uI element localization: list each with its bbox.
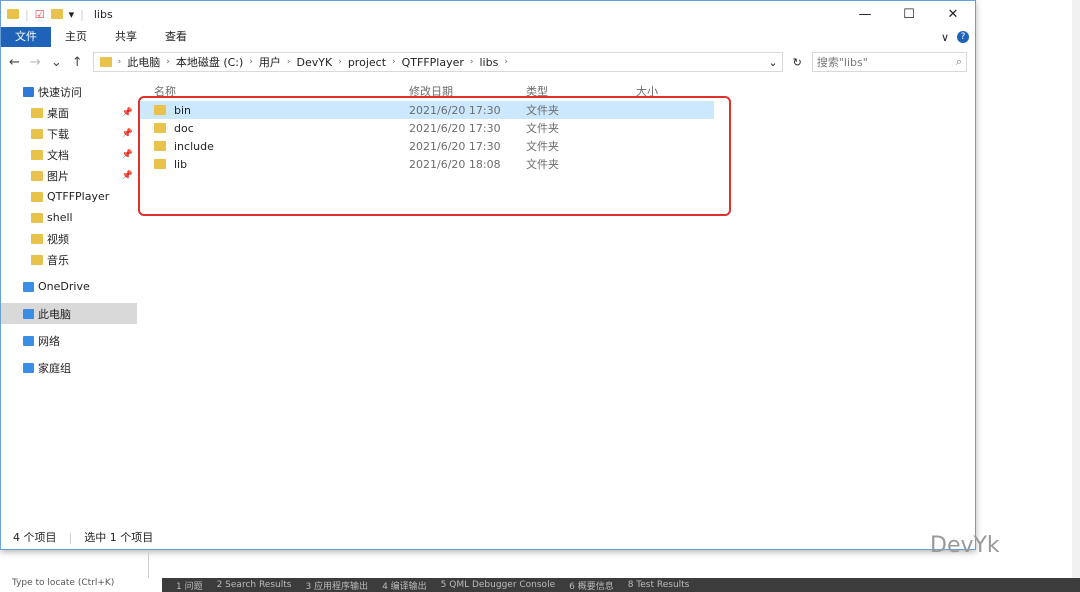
search-icon: ⌕ xyxy=(955,55,962,68)
sidebar-item-label: 视频 xyxy=(47,232,69,246)
folder-icon xyxy=(23,362,34,373)
title-bar: | ☑ ▾ | libs — ☐ ✕ xyxy=(1,1,975,27)
forward-button[interactable]: → xyxy=(30,55,41,70)
close-button[interactable]: ✕ xyxy=(931,7,975,22)
folder-icon xyxy=(23,86,34,97)
watermark: DevYk xyxy=(930,533,1000,558)
sidebar-item[interactable]: 图片 📌 xyxy=(1,165,137,186)
sidebar-item[interactable]: QTFFPlayer xyxy=(1,186,137,207)
file-explorer-window: | ☑ ▾ | libs — ☐ ✕ 文件 主页 共享 查看 ∨ ? ← → ⌄… xyxy=(0,0,976,550)
scrollbar[interactable] xyxy=(1072,0,1080,578)
maximize-button[interactable]: ☐ xyxy=(887,7,931,22)
sidebar-item[interactable]: 网络 xyxy=(1,330,137,351)
locate-input[interactable]: Type to locate (Ctrl+K) xyxy=(0,578,162,592)
folder-icon xyxy=(31,149,43,160)
recent-locations-button[interactable]: ⌄ xyxy=(51,55,62,70)
quick-access-dropdown-icon[interactable]: ▾ xyxy=(69,8,75,21)
folder-icon xyxy=(31,170,43,181)
folder-icon xyxy=(31,254,43,265)
sidebar-item[interactable]: 桌面 📌 xyxy=(1,102,137,123)
file-list: 名称 修改日期 类型 大小 bin 2021/6/20 17:30 文件夹 doc 20… xyxy=(138,81,975,526)
status-bar: 4 个项目 | 选中 1 个项目 xyxy=(13,530,154,545)
pin-icon[interactable]: 📌 xyxy=(122,150,133,160)
folder-icon xyxy=(23,281,34,292)
tab-home[interactable]: 主页 xyxy=(51,27,101,47)
folder-icon xyxy=(23,308,34,319)
sidebar-item-label: QTFFPlayer xyxy=(47,190,110,203)
breadcrumb[interactable]: 此电脑 xyxy=(127,54,160,70)
sidebar-item[interactable]: shell xyxy=(1,207,137,228)
breadcrumb[interactable]: 本地磁盘 (C:) xyxy=(176,54,243,70)
pin-icon[interactable]: 📌 xyxy=(122,171,133,181)
sidebar-item-label: 音乐 xyxy=(47,253,69,267)
sidebar-item[interactable]: 下载 📌 xyxy=(1,123,137,144)
breadcrumb[interactable]: QTFFPlayer xyxy=(402,56,464,69)
sidebar-item-label: 快速访问 xyxy=(38,85,82,99)
output-tab[interactable]: 6 概要信息 xyxy=(569,579,614,592)
folder-icon xyxy=(99,57,112,67)
refresh-button[interactable]: ↻ xyxy=(793,56,802,69)
new-folder-icon[interactable] xyxy=(50,9,63,19)
properties-icon[interactable]: ☑ xyxy=(35,8,45,21)
back-button[interactable]: ← xyxy=(9,55,20,70)
output-tab[interactable]: 8 Test Results xyxy=(628,580,690,590)
selected-count: 选中 1 个项目 xyxy=(84,531,154,544)
sidebar-item[interactable]: 家庭组 xyxy=(1,357,137,378)
sidebar-item-label: 桌面 xyxy=(47,106,69,120)
output-tab[interactable]: 2 Search Results xyxy=(217,580,292,590)
folder-icon xyxy=(31,233,43,244)
folder-icon xyxy=(23,335,34,346)
search-placeholder: 搜索"libs" xyxy=(816,56,868,69)
item-count: 4 个项目 xyxy=(13,531,57,544)
sidebar-item-label: 文档 xyxy=(47,148,69,162)
sidebar-item[interactable]: 视频 xyxy=(1,228,137,249)
sidebar-item-label: 家庭组 xyxy=(38,361,71,375)
folder-icon xyxy=(31,128,43,139)
address-dropdown-icon[interactable]: ⌄ xyxy=(768,56,781,69)
minimize-button[interactable]: — xyxy=(843,7,887,22)
highlight-annotation xyxy=(138,96,731,216)
breadcrumb[interactable]: project xyxy=(348,56,386,69)
sidebar-item-label: 图片 xyxy=(47,169,69,183)
up-button[interactable]: ↑ xyxy=(72,55,83,70)
breadcrumb[interactable]: DevYK xyxy=(297,56,333,69)
folder-icon xyxy=(31,107,43,118)
folder-icon xyxy=(31,212,43,223)
sidebar-item[interactable]: OneDrive xyxy=(1,276,137,297)
search-input[interactable]: 搜索"libs" ⌕ xyxy=(811,52,967,72)
output-tab[interactable]: 4 编译输出 xyxy=(382,579,427,592)
tab-view[interactable]: 查看 xyxy=(151,27,201,47)
tab-file[interactable]: 文件 xyxy=(1,27,51,47)
sidebar-item-label: 下载 xyxy=(47,127,69,141)
output-tab[interactable]: 3 应用程序输出 xyxy=(305,579,368,592)
sidebar-item-label: 网络 xyxy=(38,334,60,348)
help-icon[interactable]: ? xyxy=(957,31,969,43)
sidebar-item[interactable]: 文档 📌 xyxy=(1,144,137,165)
expand-ribbon-icon[interactable]: ∨ xyxy=(941,31,949,44)
breadcrumb[interactable]: 用户 xyxy=(259,54,281,70)
navigation-pane: 快速访问桌面 📌 下载 📌 文档 📌 图片 📌 QTFFPlayer shell 视频音乐 OneDr… xyxy=(1,81,137,526)
folder-icon xyxy=(7,9,19,19)
sidebar-item[interactable]: 音乐 xyxy=(1,249,137,270)
sidebar-item[interactable]: 此电脑 xyxy=(1,303,137,324)
folder-icon xyxy=(31,191,43,202)
output-pane-bar: Type to locate (Ctrl+K) 1 问题 2 Search Res… xyxy=(0,578,1080,592)
sidebar-item-label: 此电脑 xyxy=(38,307,71,321)
divider xyxy=(148,550,149,578)
output-tab[interactable]: 5 QML Debugger Console xyxy=(441,580,555,590)
tab-share[interactable]: 共享 xyxy=(101,27,151,47)
pin-icon[interactable]: 📌 xyxy=(122,129,133,139)
navigation-bar: ← → ⌄ ↑ › 此电脑 › 本地磁盘 (C:) › 用户 › DevYK › proj… xyxy=(1,47,975,77)
ribbon: 文件 主页 共享 查看 ∨ ? xyxy=(1,27,975,47)
output-tab[interactable]: 1 问题 xyxy=(176,579,203,592)
sidebar-item-label: OneDrive xyxy=(38,280,90,293)
address-bar[interactable]: › 此电脑 › 本地磁盘 (C:) › 用户 › DevYK › project › QTF… xyxy=(92,52,783,72)
sidebar-item-label: shell xyxy=(47,211,73,224)
window-title: libs xyxy=(93,7,113,21)
breadcrumb[interactable]: libs xyxy=(480,56,499,69)
pin-icon[interactable]: 📌 xyxy=(122,108,133,118)
sidebar-item[interactable]: 快速访问 xyxy=(1,81,137,102)
